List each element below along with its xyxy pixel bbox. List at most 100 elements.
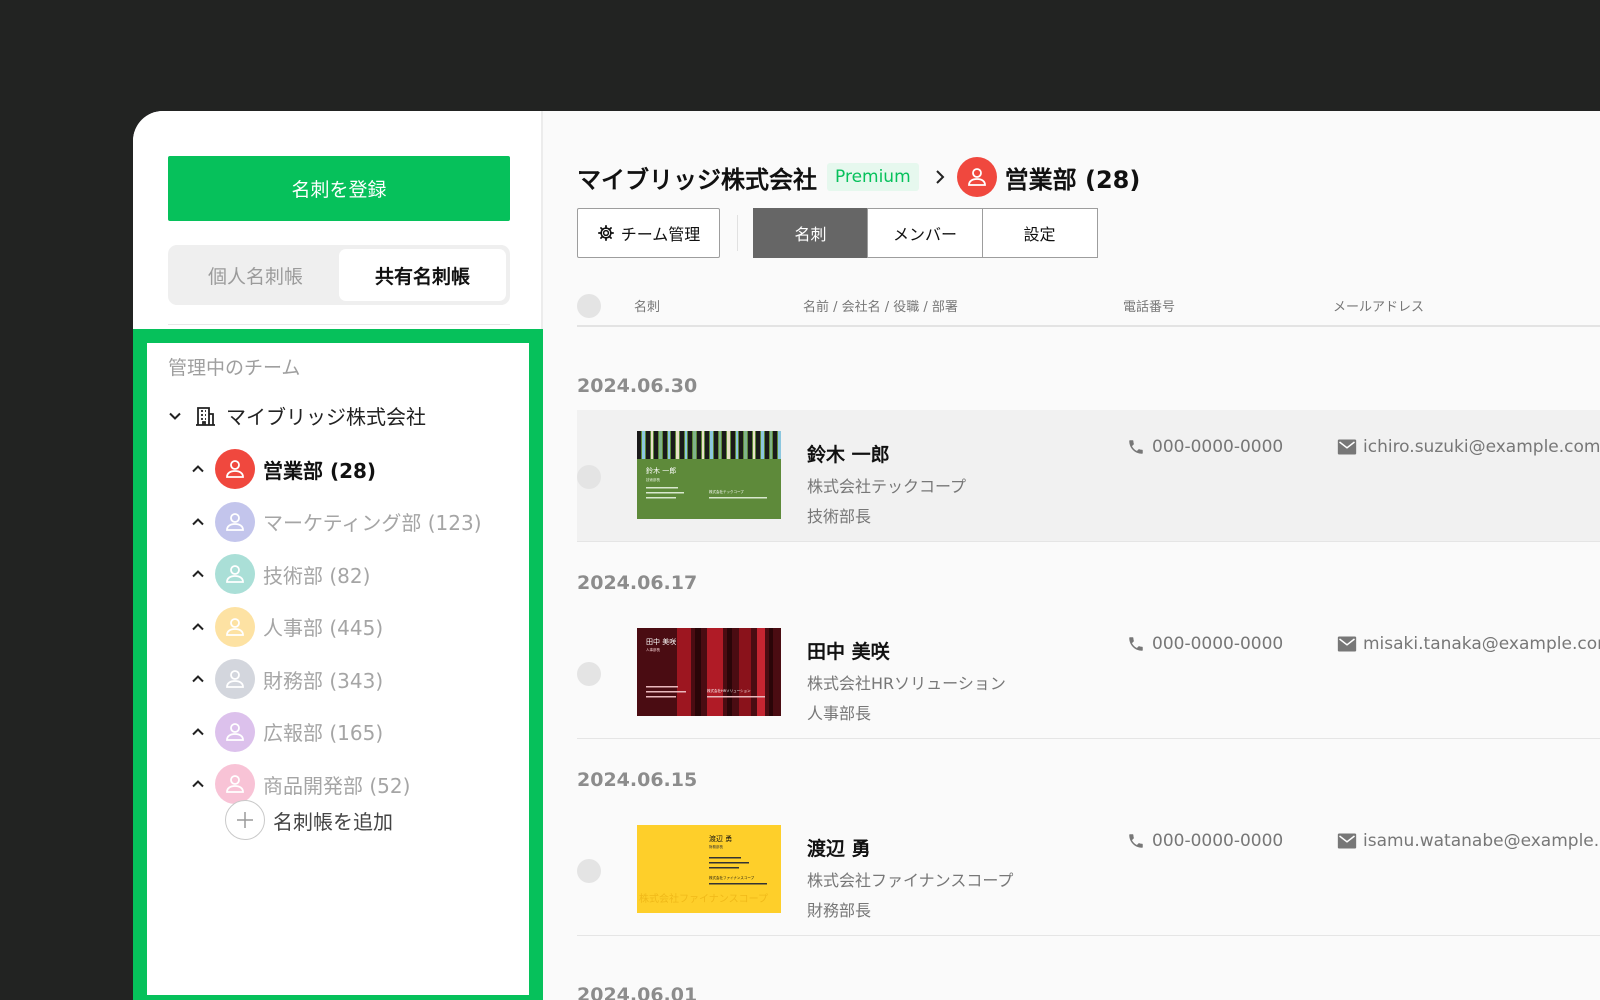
page-title: 営業部 (28) — [1004, 165, 1141, 194]
mail-icon — [1337, 636, 1357, 652]
phone-icon — [1129, 834, 1143, 848]
chevron-up-icon[interactable] — [191, 620, 205, 634]
card-thumbnail[interactable]: 渡辺 勇 財務部長 株式会社ファイナンスコープ 株式会社ファイナンスコープ — [637, 825, 781, 913]
row-checkbox[interactable] — [577, 662, 601, 686]
phone-icon — [1129, 440, 1143, 454]
table-row[interactable]: 鈴木 一郎 技術部長 株式会社テックコープ 鈴木 一郎 株式会社テックコープ 技… — [577, 410, 1600, 542]
mail-icon — [1337, 833, 1357, 849]
chevron-up-icon[interactable] — [191, 672, 205, 686]
tab-cards[interactable]: 名刺 — [752, 208, 869, 258]
sidebar-item-team[interactable]: 広報部 (165) — [191, 706, 482, 759]
date-group-label: 2024.06.17 — [577, 572, 698, 594]
contact-info: 田中 美咲 株式会社HRソリューション 人事部長 — [807, 637, 1006, 724]
card-position-text: 人事部長 — [646, 647, 660, 652]
breadcrumb-company[interactable]: マイブリッジ株式会社 — [577, 160, 817, 195]
book-type-toggle: 個人名刺帳 共有名刺帳 — [168, 245, 510, 305]
person-name[interactable]: 田中 美咲 — [807, 637, 1006, 664]
card-thumbnail[interactable]: 鈴木 一郎 技術部長 株式会社テックコープ — [637, 431, 781, 519]
team-avatar — [215, 764, 255, 805]
job-title: 財務部長 — [807, 901, 872, 920]
chevron-right-icon — [935, 170, 945, 184]
phone-icon — [1129, 637, 1143, 651]
phone-number-text: 000-0000-0000 — [1152, 437, 1284, 457]
register-card-button[interactable]: 名刺を登録 — [168, 156, 510, 221]
company-name: 株式会社HRソリューション — [807, 674, 1006, 693]
mail-icon — [1337, 439, 1357, 455]
card-position-text: 財務部長 — [709, 844, 723, 849]
team-manage-button[interactable]: チーム管理 — [577, 208, 720, 258]
sidebar-item-team[interactable]: マーケティング部 (123) — [191, 496, 482, 549]
email-address-text: ichiro.suzuki@example.com — [1363, 437, 1600, 457]
chevron-up-icon[interactable] — [191, 777, 205, 791]
phone-number-text: 000-0000-0000 — [1152, 831, 1284, 851]
team-members-icon — [226, 775, 244, 794]
row-checkbox[interactable] — [577, 465, 601, 489]
card-company-text: 株式会社テックコープ — [709, 489, 744, 494]
team-label: 財務部 (343) — [263, 668, 384, 693]
person-name[interactable]: 鈴木 一郎 — [807, 440, 966, 467]
date-group-label: 2024.06.01 — [577, 984, 698, 1000]
main-content: マイブリッジ株式会社 Premium 営業部 (28) チーム管理 名刺 メンバ… — [544, 111, 1600, 1000]
card-name-text: 田中 美咲 — [646, 637, 676, 646]
team-label: 人事部 (445) — [263, 616, 384, 641]
card-thumbnail[interactable]: 田中 美咲 人事部長 株式会社HRソリューション — [637, 628, 781, 716]
team-members-icon — [226, 722, 244, 741]
team-avatar — [215, 501, 255, 542]
company-name: 株式会社ファイナンスコープ — [807, 871, 1014, 890]
phone-number[interactable]: 000-0000-0000 — [1127, 831, 1283, 851]
table-row[interactable]: 田中 美咲 人事部長 株式会社HRソリューション 田中 美咲 株式会社HRソリュ… — [577, 607, 1600, 739]
phone-number[interactable]: 000-0000-0000 — [1127, 437, 1283, 457]
table-header: 名刺 名前 / 会社名 / 役職 / 部署 電話番号 メールアドレス — [577, 287, 1600, 327]
row-checkbox[interactable] — [577, 859, 601, 883]
team-avatar — [215, 554, 255, 595]
tab-settings[interactable]: 設定 — [981, 208, 1098, 258]
card-company-text: 株式会社HRソリューション — [707, 688, 751, 693]
team-label: 営業部 (28) — [263, 458, 377, 483]
table-row[interactable]: 渡辺 勇 財務部長 株式会社ファイナンスコープ 株式会社ファイナンスコープ 渡辺… — [577, 804, 1600, 936]
chevron-up-icon[interactable] — [191, 567, 205, 581]
team-list: 営業部 (28) マーケティング部 (123) 技術部 (82) 人事部 (44… — [191, 443, 482, 811]
phone-number[interactable]: 000-0000-0000 — [1127, 634, 1283, 654]
team-avatar — [215, 659, 255, 700]
email-address[interactable]: ichiro.suzuki@example.com — [1337, 437, 1600, 457]
chevron-down-icon[interactable] — [168, 409, 182, 423]
team-avatar — [215, 711, 255, 752]
tab-personal-book[interactable]: 個人名刺帳 — [172, 249, 339, 301]
select-all-checkbox[interactable] — [577, 294, 601, 318]
sidebar: 名刺を登録 個人名刺帳 共有名刺帳 管理中のチーム マイブリッジ株式会社 営業部… — [133, 111, 543, 1000]
column-header: 名刺 — [634, 300, 661, 315]
card-position-text: 技術部長 — [646, 477, 660, 482]
phone-number-text: 000-0000-0000 — [1152, 634, 1284, 654]
sidebar-item-team[interactable]: 人事部 (445) — [191, 601, 482, 654]
team-avatar — [215, 449, 255, 490]
team-label: 技術部 (82) — [263, 563, 371, 588]
tab-shared-book[interactable]: 共有名刺帳 — [339, 249, 506, 301]
add-card-book-button[interactable]: 名刺帳を追加 — [225, 800, 393, 840]
person-name[interactable]: 渡辺 勇 — [807, 834, 1013, 861]
sidebar-item-team[interactable]: 財務部 (343) — [191, 653, 482, 706]
card-name-text: 渡辺 勇 — [709, 834, 732, 843]
chevron-up-icon[interactable] — [191, 462, 205, 476]
chevron-up-icon[interactable] — [191, 515, 205, 529]
sidebar-item-team[interactable]: 営業部 (28) — [191, 443, 482, 496]
contact-info: 渡辺 勇 株式会社ファイナンスコープ 財務部長 — [807, 834, 1013, 921]
email-address-text: misaki.tanaka@example.com — [1363, 634, 1600, 654]
team-members-icon — [226, 512, 244, 531]
company-name: 株式会社テックコープ — [807, 477, 967, 496]
chevron-up-icon[interactable] — [191, 725, 205, 739]
team-avatar — [956, 157, 997, 197]
card-watermark-text: 株式会社ファイナンスコープ — [639, 892, 768, 905]
team-avatar — [215, 606, 255, 647]
tab-members[interactable]: メンバー — [867, 208, 983, 258]
company-tree-item[interactable]: マイブリッジ株式会社 — [168, 401, 426, 430]
email-address[interactable]: misaki.tanaka@example.com — [1337, 634, 1600, 654]
app-window: 名刺を登録 個人名刺帳 共有名刺帳 管理中のチーム マイブリッジ株式会社 営業部… — [133, 111, 1600, 1000]
date-group-label: 2024.06.15 — [577, 769, 698, 791]
sidebar-item-team[interactable]: 技術部 (82) — [191, 548, 482, 601]
email-address-text: isamu.watanabe@example.com — [1363, 831, 1600, 851]
email-address[interactable]: isamu.watanabe@example.com — [1337, 831, 1600, 851]
job-title: 技術部長 — [807, 507, 872, 526]
team-manage-label: チーム管理 — [620, 225, 701, 244]
team-label: 商品開発部 (52) — [263, 773, 411, 798]
team-members-icon — [226, 565, 244, 584]
